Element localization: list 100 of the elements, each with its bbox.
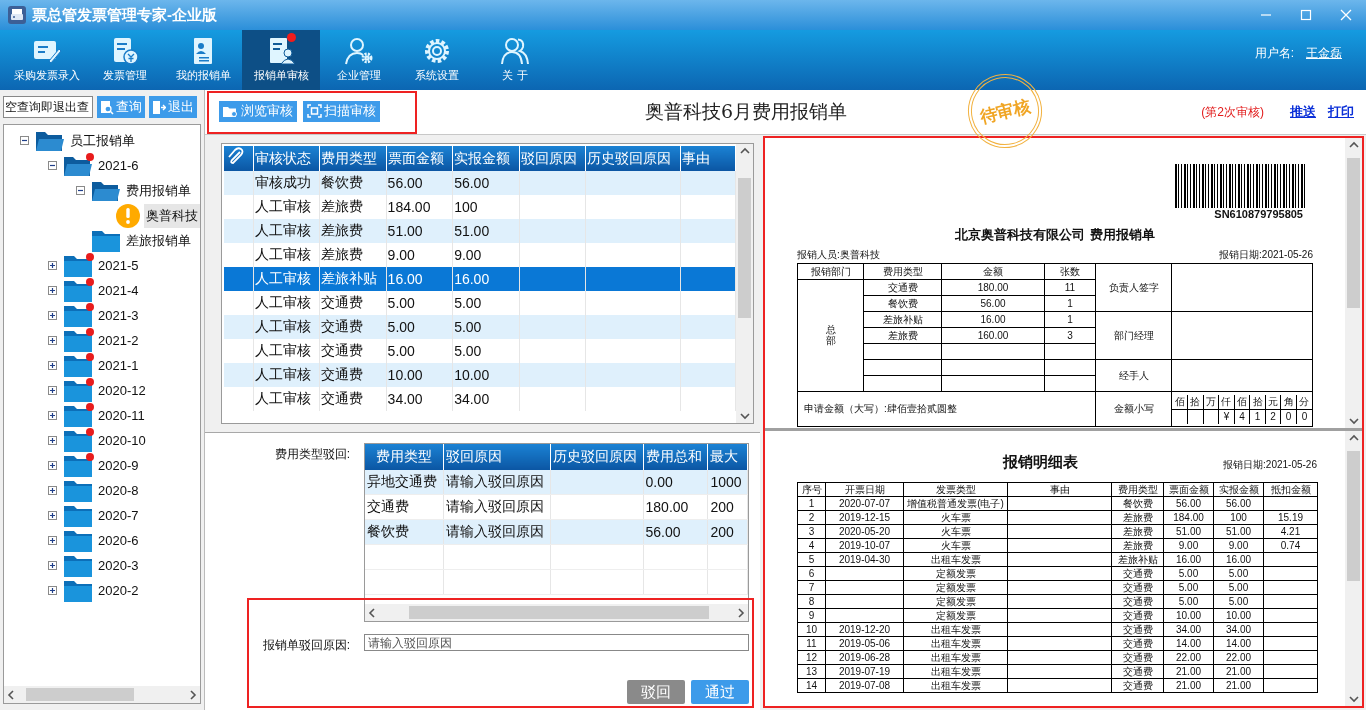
print-link[interactable]: 打印 [1328,103,1354,121]
collapse-toggle[interactable] [20,136,29,145]
tree-item[interactable]: 2021-6 [96,155,141,176]
tree-item[interactable]: 2021-2 [96,330,141,351]
tree-item[interactable]: 2020-8 [96,480,141,501]
table-cell: 餐饮费 [863,295,942,312]
folder-icon [63,428,93,453]
column-header[interactable]: 费用类型 [365,444,444,470]
expand-toggle[interactable] [48,436,57,445]
tree-item[interactable]: 差旅报销单 [124,228,193,253]
column-header[interactable]: 历史驳回原因 [550,444,644,470]
table-cell: 出租车发票 [903,622,1008,637]
expand-toggle[interactable] [48,261,57,270]
toolbar-button[interactable]: 系统设置 [398,30,476,90]
tree-item[interactable]: 费用报销单 [124,178,193,203]
tree-item[interactable]: 2021-3 [96,305,141,326]
table-cell: 10 [797,622,826,637]
table-row[interactable]: 人工审核 交通费 34.00 34.00 [224,387,736,411]
table-row[interactable]: 人工审核 交通费 10.00 10.00 [224,363,736,387]
column-header[interactable]: 审核状态 [253,146,320,171]
column-header[interactable]: 费用类型 [319,146,387,171]
toolbar-button[interactable]: 采购发票录入 [8,30,86,90]
table-cell: 交通费 [1111,664,1164,679]
tree-item[interactable]: 2021-4 [96,280,141,301]
table-cell: 51.00 [1213,524,1264,539]
push-link[interactable]: 推送 [1290,103,1316,121]
close-icon[interactable] [1340,9,1352,21]
table-cell: 2020-05-20 [825,524,904,539]
column-header[interactable]: 最大 [707,444,748,470]
table-cell: 差旅费 [319,219,387,243]
tree-item[interactable]: 2021-5 [96,255,141,276]
expand-toggle[interactable] [48,561,57,570]
search-field[interactable]: 空查询即退出查 [3,96,93,118]
expand-toggle[interactable] [48,411,57,420]
tree-item[interactable]: 2020-11 [96,405,147,426]
tree-item[interactable]: 奥普科技 [144,203,200,228]
expand-toggle[interactable] [48,586,57,595]
tree-item[interactable]: 员工报销单 [68,128,137,153]
expand-toggle[interactable] [48,336,57,345]
tree-item[interactable]: 2020-12 [96,380,148,401]
expand-toggle[interactable] [48,511,57,520]
vertical-scrollbar[interactable] [1345,138,1362,428]
table-cell: 差旅补贴 [1111,552,1164,567]
expand-toggle[interactable] [48,536,57,545]
reject-reason-field[interactable]: 请输入驳回原因 [364,634,749,651]
table-cell: 人工审核 [253,363,320,387]
tree-item[interactable]: 2020-9 [96,455,141,476]
toolbar-button[interactable]: 发票管理 [86,30,164,90]
column-header[interactable]: 实报金额 [452,146,520,171]
tree-item[interactable]: 2020-10 [96,430,148,451]
table-cell: 审核成功 [253,171,320,195]
table-row[interactable]: 审核成功 餐饮费 56.00 56.00 [224,171,736,195]
column-header[interactable]: 驳回原因 [443,444,551,470]
tree-item[interactable]: 2020-2 [96,580,141,601]
table-row[interactable]: 人工审核 差旅费 51.00 51.00 [224,219,736,243]
user-label: 用户名: [1254,44,1294,62]
horizontal-scrollbar[interactable] [4,686,200,703]
expand-toggle[interactable] [48,461,57,470]
vertical-scrollbar[interactable] [736,144,753,423]
table-cell: 2019-10-07 [825,538,904,553]
tree-item[interactable]: 2021-1 [96,355,141,376]
table-cell: 9.00 [1163,538,1214,553]
horizontal-scrollbar[interactable] [365,604,748,621]
tree-item[interactable]: 2020-7 [96,505,141,526]
tree-item[interactable]: 2020-3 [96,555,141,576]
column-header[interactable]: 票面金额 [386,146,453,171]
toolbar-button[interactable]: 我的报销单 [164,30,242,90]
column-header[interactable]: 费用总和 [643,444,708,470]
table-cell: 56.00 [452,171,520,195]
expand-toggle[interactable] [48,361,57,370]
expand-toggle[interactable] [48,286,57,295]
table-row[interactable]: 人工审核 差旅补贴 16.00 16.00 [224,267,736,291]
maximize-icon[interactable] [1300,9,1312,21]
table-cell: 交通费 [1111,636,1164,651]
toolbar-button[interactable]: 关 于 [476,30,554,90]
expand-toggle[interactable] [48,386,57,395]
column-header[interactable]: 历史驳回原因 [585,146,681,171]
table-cell: 5.00 [1213,594,1264,609]
collapse-toggle[interactable] [76,186,85,195]
expand-toggle[interactable] [48,311,57,320]
toolbar-button[interactable]: 企业管理 [320,30,398,90]
table-cell: 差旅费 [1111,510,1164,525]
expand-toggle[interactable] [48,486,57,495]
column-header[interactable]: 事由 [680,146,736,171]
column-header[interactable]: 驳回原因 [519,146,586,171]
table-cell: 16.00 [941,311,1045,328]
tree-item[interactable]: 2020-6 [96,530,141,551]
table-cell: 定额发票 [903,580,1008,595]
vertical-scrollbar[interactable] [1345,431,1362,706]
toolbar-button[interactable]: 报销单审核 [242,30,320,90]
table-cell: 2019-06-28 [825,650,904,665]
table-row[interactable]: 人工审核 交通费 5.00 5.00 [224,315,736,339]
digit-cell: 0 [1280,409,1297,424]
table-cell: 差旅费 [1111,538,1164,553]
user-name-link[interactable]: 王金磊 [1306,44,1342,62]
user-gear-icon [344,37,374,65]
column-header: 费用类型 [1111,482,1164,497]
collapse-toggle[interactable] [48,161,57,170]
digit-unit: 角 [1280,394,1297,409]
table-cell: 出租车发票 [903,650,1008,665]
